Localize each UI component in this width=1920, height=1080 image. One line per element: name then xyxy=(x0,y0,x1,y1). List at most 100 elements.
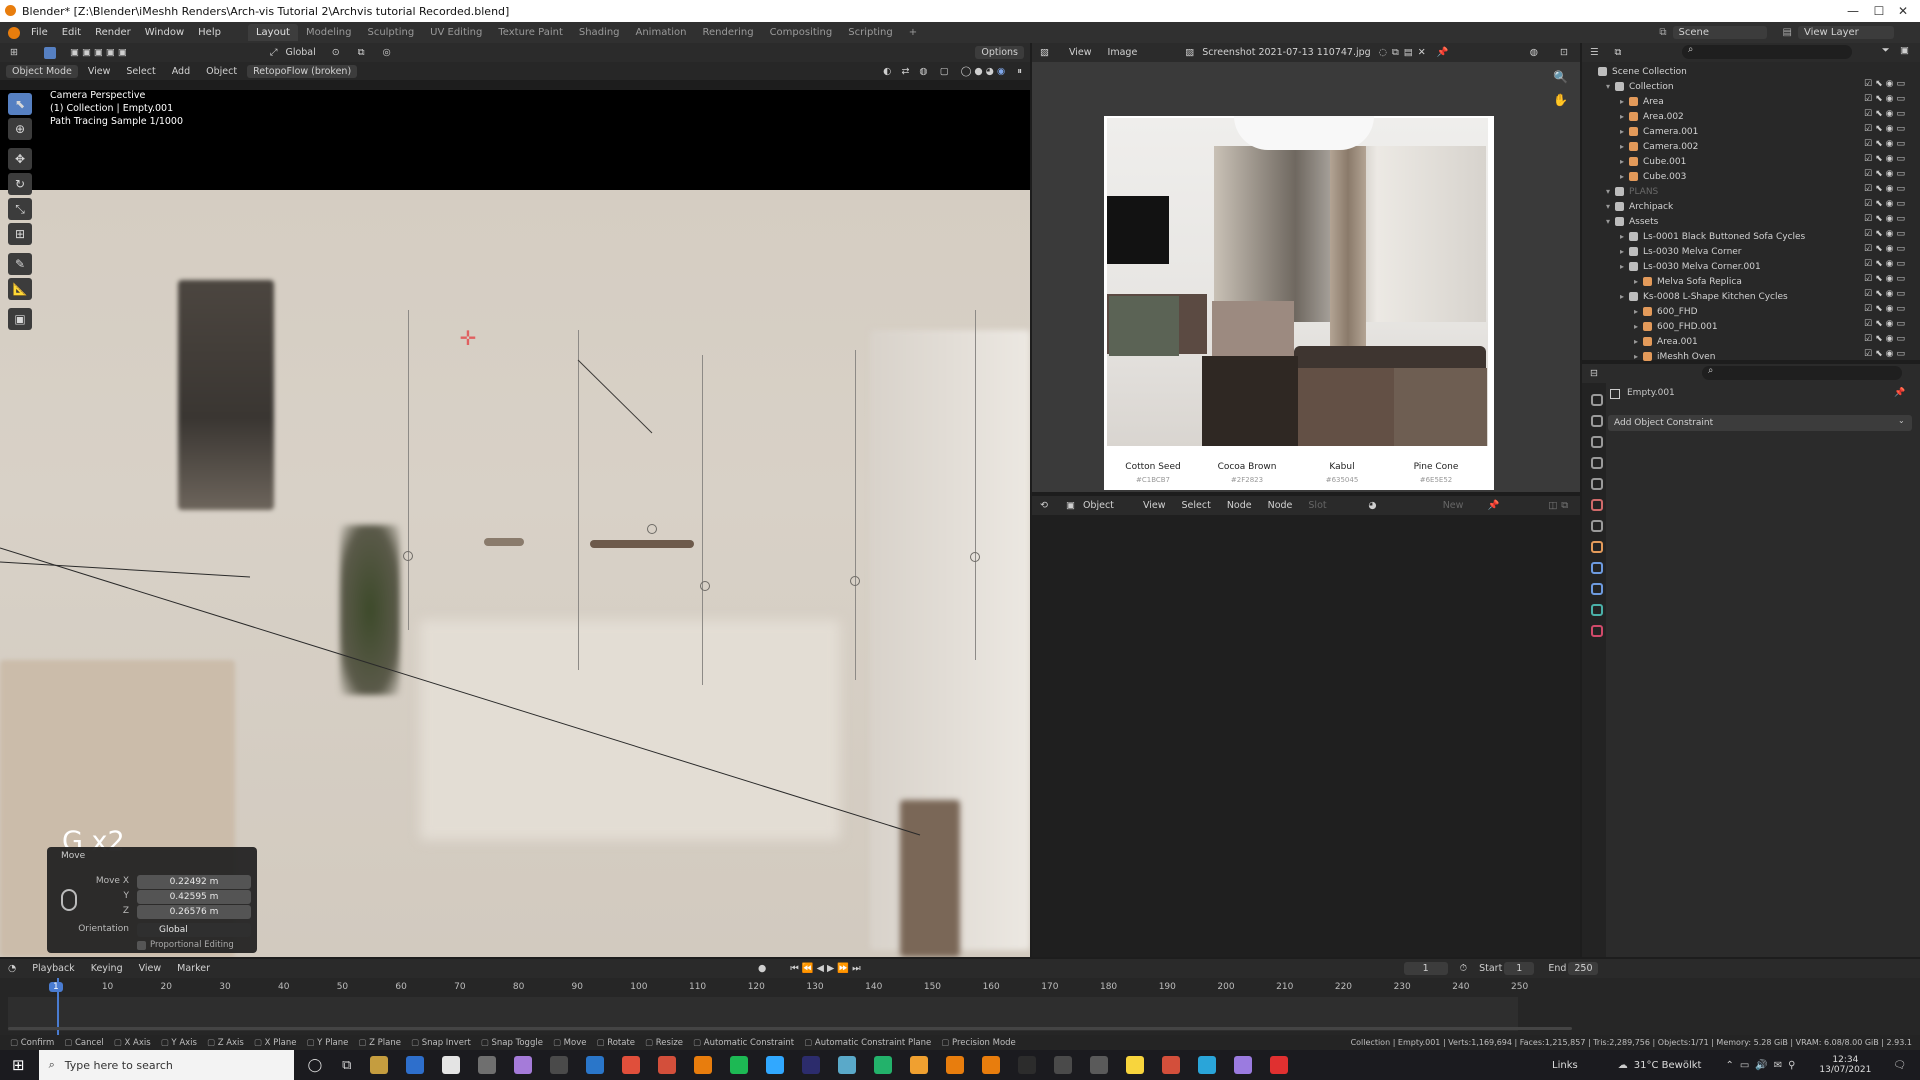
visibility-toggles-icon[interactable]: ☑⬉◉▭ xyxy=(1864,229,1908,239)
xray-icon[interactable]: ▢ xyxy=(940,66,949,77)
visibility-toggles-icon[interactable]: ☑⬉◉▭ xyxy=(1864,304,1908,314)
property-tab-icon[interactable] xyxy=(1591,499,1603,511)
select-menu[interactable]: Select xyxy=(120,65,161,78)
disclosure-triangle-icon[interactable]: ▸ xyxy=(1620,292,1624,301)
taskbar-app-icon[interactable] xyxy=(802,1056,821,1074)
marker-menu[interactable]: Marker xyxy=(171,962,216,975)
object-menu[interactable]: Object xyxy=(200,65,243,78)
disclosure-triangle-icon[interactable]: ▸ xyxy=(1634,277,1638,286)
visibility-toggles-icon[interactable]: ☑⬉◉▭ xyxy=(1864,334,1908,344)
taskbar-app-icon[interactable] xyxy=(1270,1056,1289,1074)
cortana-icon[interactable]: ◯ xyxy=(308,1058,323,1073)
property-tab-icon[interactable] xyxy=(1591,478,1603,490)
shading-material-icon[interactable]: ◕ xyxy=(986,66,994,77)
shader-type-dropdown[interactable]: Object xyxy=(1077,499,1133,512)
visibility-toggles-icon[interactable]: ☑⬉◉▭ xyxy=(1864,109,1908,119)
property-tab-icon[interactable] xyxy=(1591,520,1603,532)
disclosure-triangle-icon[interactable]: ▸ xyxy=(1634,352,1638,361)
properties-type-icon[interactable]: ⊟ xyxy=(1590,368,1598,379)
disclosure-triangle-icon[interactable]: ▾ xyxy=(1606,82,1610,91)
disclosure-triangle-icon[interactable]: ▸ xyxy=(1620,97,1624,106)
outliner-item[interactable]: ▸ iMeshh Oven xyxy=(1634,349,1715,364)
taskbar-app-icon[interactable] xyxy=(1198,1056,1217,1074)
tab-shading[interactable]: Shading xyxy=(571,24,628,41)
display-mode-icon[interactable]: ⧉ xyxy=(1615,47,1622,58)
properties-editor[interactable]: ⊟ ⌕ Empty.001 📌 Add Object Constraint ⌄ xyxy=(1582,364,1920,957)
property-tab-icon[interactable] xyxy=(1591,625,1603,637)
menu-render[interactable]: Render xyxy=(88,27,138,38)
taskbar-search[interactable]: ⌕ Type here to search xyxy=(38,1050,294,1080)
outliner-item[interactable]: ▸ Area xyxy=(1620,94,1664,109)
weather-text[interactable]: 31°C Bewölkt xyxy=(1634,1060,1702,1071)
zoom-icon[interactable]: 🔍 xyxy=(1553,70,1568,84)
menu-edit[interactable]: Edit xyxy=(55,27,88,38)
pause-render-icon[interactable]: ⏸ xyxy=(1017,66,1022,77)
filter-icon[interactable]: ⏷ xyxy=(1882,45,1890,56)
image-overlay-icon[interactable]: ◍ xyxy=(1530,47,1538,58)
menu-help[interactable]: Help xyxy=(191,27,228,38)
close-button[interactable]: ✕ xyxy=(1880,0,1920,22)
visibility-toggles-icon[interactable]: ☑⬉◉▭ xyxy=(1864,244,1908,254)
disclosure-triangle-icon[interactable]: ▸ xyxy=(1634,322,1638,331)
disclosure-triangle-icon[interactable]: ▸ xyxy=(1634,337,1638,346)
taskbar-app-icon[interactable] xyxy=(1018,1056,1037,1074)
outliner-item[interactable]: ▾ Assets xyxy=(1606,214,1658,229)
outliner-item[interactable]: ▾ PLANS xyxy=(1606,184,1658,199)
tab-sculpting[interactable]: Sculpting xyxy=(359,24,422,41)
property-tab-icon[interactable] xyxy=(1591,415,1603,427)
disclosure-triangle-icon[interactable]: ▸ xyxy=(1620,112,1624,121)
outliner-item[interactable]: ▸ 600_FHD xyxy=(1634,304,1698,319)
taskbar-app-icon[interactable] xyxy=(874,1056,893,1074)
visibility-toggles-icon[interactable]: ☑⬉◉▭ xyxy=(1864,139,1908,149)
select-box-icon[interactable] xyxy=(43,46,56,59)
visibility-toggles-icon[interactable]: ☑⬉◉▭ xyxy=(1864,169,1908,179)
proportional-checkbox[interactable] xyxy=(137,941,146,950)
timeline-track[interactable] xyxy=(8,997,1518,1031)
visibility-toggles-icon[interactable]: ☑⬉◉▭ xyxy=(1864,349,1908,359)
move-x-field[interactable]: 0.22492 m xyxy=(137,875,251,889)
property-tab-icon[interactable] xyxy=(1591,604,1603,616)
outliner-item[interactable]: ▸ Camera.002 xyxy=(1620,139,1698,154)
shading-rendered-icon[interactable]: ◉ xyxy=(997,66,1005,77)
add-object-constraint-button[interactable]: Add Object Constraint xyxy=(1608,415,1912,431)
start-frame-field[interactable]: 1 xyxy=(1504,962,1535,975)
snap-icon[interactable]: ⧉ xyxy=(358,47,365,58)
select-mode-icons[interactable]: ▣▣▣▣▣ xyxy=(70,47,130,58)
add-workspace-button[interactable]: + xyxy=(901,24,925,41)
taskbar-app-icon[interactable] xyxy=(370,1056,389,1074)
outliner-item[interactable]: ▾ Collection xyxy=(1606,79,1674,94)
image-actions-icons[interactable]: ◌⧉▤✕ xyxy=(1379,47,1431,58)
playback-controls[interactable]: ⏮⏪◀▶⏩⏭ xyxy=(790,963,863,974)
disclosure-triangle-icon[interactable]: ▸ xyxy=(1620,247,1624,256)
visibility-toggles-icon[interactable]: ☑⬉◉▭ xyxy=(1864,94,1908,104)
visibility-toggles-icon[interactable]: ☑⬉◉▭ xyxy=(1864,124,1908,134)
taskbar-app-icon[interactable] xyxy=(586,1056,605,1074)
scene-selector[interactable]: Scene xyxy=(1672,26,1767,39)
clock[interactable]: 12:34 13/07/2021 xyxy=(1819,1055,1871,1075)
timeline-type-icon[interactable]: ◔ xyxy=(8,963,16,974)
outliner-item[interactable]: ▸ Ls-0030 Melva Corner.001 xyxy=(1620,259,1761,274)
playback-menu[interactable]: Playback xyxy=(26,962,80,975)
taskbar-app-icon[interactable] xyxy=(478,1056,497,1074)
outliner-item[interactable]: ▸ Ls-0030 Melva Corner xyxy=(1620,244,1742,259)
menu-window[interactable]: Window xyxy=(138,27,191,38)
blender-menu-icon[interactable] xyxy=(8,26,20,39)
visibility-toggles-icon[interactable]: ☑⬉◉▭ xyxy=(1864,289,1908,299)
tab-compositing[interactable]: Compositing xyxy=(762,24,841,41)
transform-orientation-dropdown[interactable]: Global xyxy=(279,46,321,59)
taskbar-app-icon[interactable] xyxy=(1162,1056,1181,1074)
taskbar-app-icon[interactable] xyxy=(982,1056,1001,1074)
tray-icons[interactable]: ⌃▭🔊✉⚲ xyxy=(1725,1060,1801,1071)
taskbar-app-icon[interactable] xyxy=(1234,1056,1253,1074)
notification-icon[interactable]: 🗨 xyxy=(1893,1060,1906,1071)
taskbar-app-icon[interactable] xyxy=(694,1056,713,1074)
taskbar-app-icon[interactable] xyxy=(910,1056,929,1074)
retopoflow-menu[interactable]: RetopoFlow (broken) xyxy=(247,64,358,78)
links-label[interactable]: Links xyxy=(1552,1060,1578,1071)
image-browse-icon[interactable]: ▨ xyxy=(1185,47,1194,58)
node-select-menu[interactable]: Select xyxy=(1176,499,1217,512)
taskbar-app-icon[interactable] xyxy=(1054,1056,1073,1074)
timeline-scrollbar[interactable] xyxy=(8,1027,1572,1030)
operator-title[interactable]: Move xyxy=(61,851,85,861)
add-menu[interactable]: Add xyxy=(166,65,196,78)
